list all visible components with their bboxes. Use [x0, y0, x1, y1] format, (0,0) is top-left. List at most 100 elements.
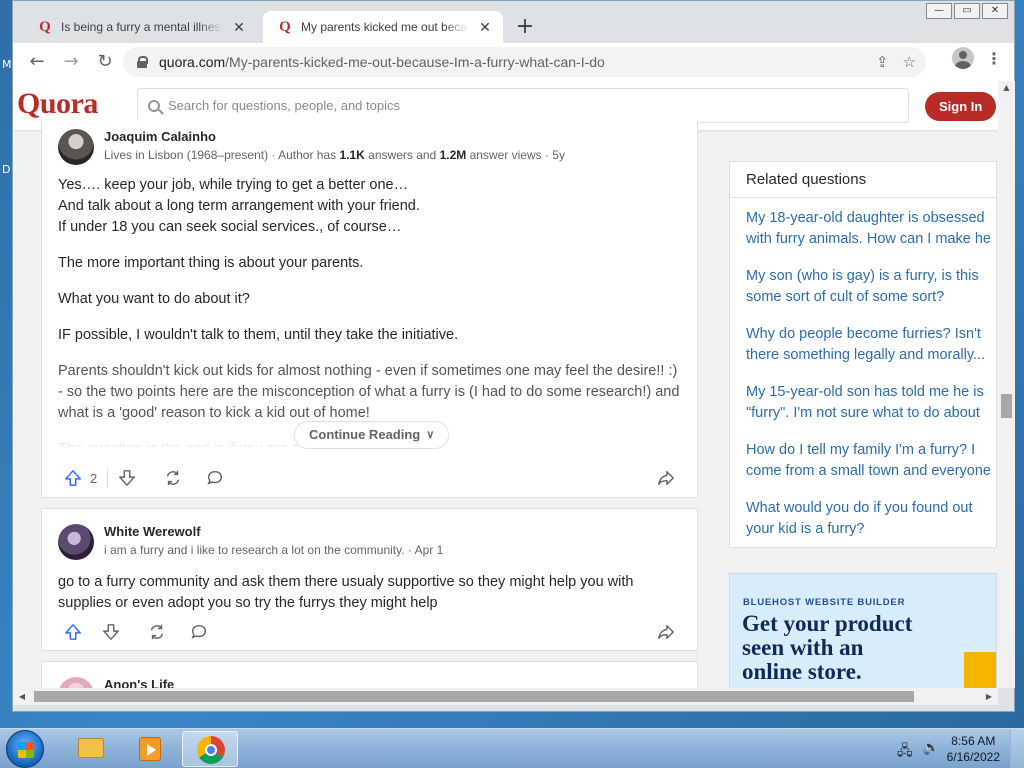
- system-tray: 🖧 🔈: [897, 740, 940, 764]
- address-bar[interactable]: quora.com/My-parents-kicked-me-out-becau…: [123, 47, 926, 77]
- upvote-icon: [65, 624, 81, 640]
- tab-parents-kicked-me-out[interactable]: Q My parents kicked me out because ✕: [263, 11, 503, 43]
- taskbar-chrome[interactable]: [182, 731, 238, 767]
- taskbar: 🖧 🔈 8:56 AM 6/16/2022: [0, 728, 1024, 768]
- answer-author: Joaquim Calainho Lives in Lisbon (1968–p…: [58, 129, 565, 165]
- ad-headline: Get your product seen with an online sto…: [742, 611, 913, 684]
- taskbar-explorer[interactable]: [62, 731, 118, 767]
- ad-product-graphic: [964, 652, 996, 688]
- scroll-up-arrow-icon[interactable]: ▲: [998, 81, 1015, 95]
- related-question-link[interactable]: My 18-year-old daughter is obsessed with …: [746, 208, 996, 266]
- answer-author: Anon's Life: [58, 677, 174, 688]
- avatar[interactable]: [58, 524, 94, 560]
- reload-icon[interactable]: ↻: [91, 48, 119, 76]
- author-credential: Lives in Lisbon (1968–present) · Author …: [104, 148, 565, 162]
- answer-body: Yes…. keep your job, while trying to get…: [58, 175, 681, 447]
- related-question-link[interactable]: My 15-year-old son has told me he is "fur…: [746, 382, 996, 440]
- url-host: quora.com: [159, 54, 226, 70]
- lock-icon: [137, 56, 148, 68]
- quora-favicon-icon: Q: [279, 19, 291, 35]
- url-path: /My-parents-kicked-me-out-because-Im-a-f…: [225, 54, 605, 70]
- media-player-icon: [139, 737, 161, 761]
- downvote-icon: [119, 470, 136, 486]
- tab-furry-mental-illness[interactable]: Q Is being a furry a mental illness? ✕: [23, 11, 257, 43]
- related-question-link[interactable]: What would you do if you found out your k…: [746, 498, 996, 547]
- related-question-link[interactable]: Why do people become furries? Isn't there…: [746, 324, 996, 382]
- close-tab-icon[interactable]: ✕: [477, 19, 493, 36]
- author-name[interactable]: Anon's Life: [104, 677, 174, 688]
- comment-icon: [207, 470, 223, 485]
- chrome-menu-icon[interactable]: ⋮: [984, 49, 1004, 68]
- tab-title: Is being a furry a mental illness?: [61, 20, 223, 34]
- avatar[interactable]: [58, 677, 94, 688]
- new-tab-icon[interactable]: +: [513, 15, 537, 39]
- answer-paragraph: The more important thing is about your p…: [58, 255, 364, 271]
- upvote-button[interactable]: [58, 618, 88, 646]
- profile-avatar-icon[interactable]: [952, 47, 974, 69]
- related-question-link[interactable]: How do I tell my family I'm a furry? Ico…: [746, 440, 996, 498]
- bluehost-ad[interactable]: BLUEHOST WEBSITE BUILDER Get your produc…: [729, 573, 997, 688]
- upvote-icon: [65, 470, 81, 486]
- answer-body: go to a furry community and ask them the…: [58, 574, 634, 611]
- back-arrow-icon[interactable]: ←: [23, 48, 51, 76]
- network-icon[interactable]: 🖧: [897, 740, 913, 764]
- tab-title: My parents kicked me out because: [301, 20, 469, 34]
- taskbar-media-player[interactable]: [122, 731, 178, 767]
- bookmark-star-icon[interactable]: ☆: [903, 53, 916, 71]
- scroll-right-arrow-icon[interactable]: ▶: [982, 688, 996, 705]
- share-page-icon[interactable]: ⇪: [876, 53, 889, 71]
- author-name[interactable]: White Werewolf: [104, 524, 443, 539]
- sign-in-button[interactable]: Sign In: [925, 92, 997, 121]
- related-questions-title: Related questions: [730, 162, 996, 198]
- upvote-count: 2: [90, 470, 98, 486]
- related-question-link[interactable]: My son (who is gay) is a furry, is this s…: [746, 266, 996, 324]
- comment-button[interactable]: [200, 464, 230, 492]
- author-name[interactable]: Joaquim Calainho: [104, 129, 565, 144]
- comment-button[interactable]: [184, 618, 214, 646]
- answer-paragraph: Parents shouldn't kick out kids for almo…: [58, 363, 680, 421]
- vertical-scroll-thumb[interactable]: [1001, 394, 1012, 418]
- answer-paragraph: What you want to do about it?: [58, 291, 250, 307]
- answer-card: Joaquim Calainho Lives in Lisbon (1968–p…: [41, 121, 698, 498]
- forward-arrow-icon[interactable]: →: [57, 48, 85, 76]
- answer-actions: [58, 618, 681, 646]
- horizontal-scrollbar[interactable]: ◀ ▶: [13, 688, 998, 705]
- search-box[interactable]: [137, 88, 909, 123]
- vertical-scrollbar[interactable]: ▲: [998, 81, 1015, 688]
- scroll-left-arrow-icon[interactable]: ◀: [15, 688, 29, 705]
- desktop-icon-label: D: [2, 163, 11, 176]
- upvote-button[interactable]: 2: [58, 464, 103, 492]
- search-icon: [148, 99, 160, 112]
- answer-paragraph: Yes…. keep your job, while trying to get…: [58, 177, 420, 235]
- reshare-icon: [150, 624, 164, 640]
- share-button[interactable]: [651, 618, 681, 646]
- avatar[interactable]: [58, 129, 94, 165]
- share-button[interactable]: [651, 464, 681, 492]
- answer-actions: 2: [58, 464, 681, 492]
- share-reshare-button[interactable]: [158, 464, 188, 492]
- share-reshare-button[interactable]: [142, 618, 172, 646]
- start-button[interactable]: [6, 730, 44, 768]
- browser-window: — ▭ ✕ Q Is being a furry a mental illnes…: [12, 0, 1015, 712]
- downvote-icon: [103, 624, 119, 640]
- taskbar-clock[interactable]: 8:56 AM 6/16/2022: [947, 733, 1000, 765]
- share-arrow-icon: [658, 470, 674, 486]
- answer-author: White Werewolf i am a furry and i like t…: [58, 524, 443, 560]
- chevron-down-icon: ∨: [426, 429, 435, 441]
- downvote-button[interactable]: [96, 618, 126, 646]
- show-desktop-button[interactable]: [1010, 729, 1024, 768]
- answer-paragraph: IF possible, I wouldn't talk to them, un…: [58, 327, 459, 343]
- continue-reading-button[interactable]: Continue Reading ∨: [294, 421, 450, 449]
- search-input[interactable]: [168, 98, 868, 113]
- quora-favicon-icon: Q: [39, 19, 51, 35]
- author-credential: i am a furry and i like to research a lo…: [104, 543, 444, 557]
- related-questions-panel: Related questions My 18-year-old daughte…: [729, 161, 997, 548]
- volume-icon[interactable]: 🔈: [923, 740, 940, 764]
- close-tab-icon[interactable]: ✕: [231, 19, 247, 36]
- downvote-button[interactable]: [112, 464, 142, 492]
- answer-card: White Werewolf i am a furry and i like t…: [41, 508, 698, 651]
- tab-strip: Q Is being a furry a mental illness? ✕ Q…: [13, 9, 1014, 43]
- horizontal-scroll-thumb[interactable]: [34, 691, 914, 702]
- quora-logo[interactable]: Quora: [17, 87, 98, 121]
- comment-icon: [191, 624, 207, 639]
